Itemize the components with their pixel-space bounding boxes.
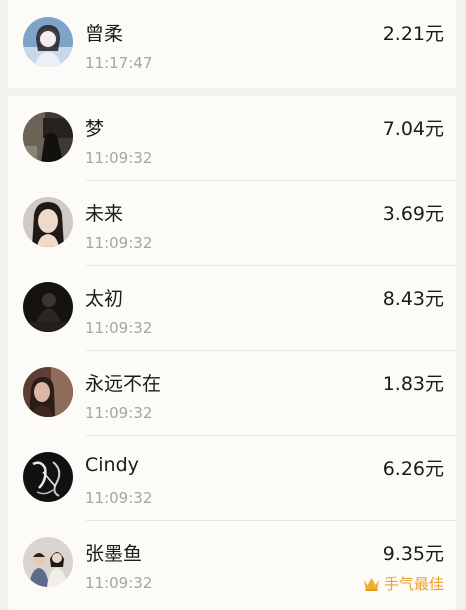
list-item[interactable]: 永远不在 11:09:32 1.83元 [8, 351, 456, 436]
entry-time: 11:17:47 [85, 54, 153, 72]
user-avatar-icon [23, 367, 73, 417]
entry-time: 11:09:32 [85, 574, 153, 592]
avatar[interactable] [23, 367, 73, 417]
avatar[interactable] [23, 112, 73, 162]
entry-name: 太初 [85, 288, 124, 310]
user-avatar-icon [23, 112, 73, 162]
avatar[interactable] [23, 452, 73, 502]
entry-amount: 3.69元 [382, 203, 444, 225]
entry-name: 曾柔 [85, 23, 124, 45]
avatar[interactable] [23, 17, 73, 67]
entry-time: 11:09:32 [85, 149, 153, 167]
top-entry-card: 曾柔 11:17:47 2.21元 [8, 0, 456, 88]
avatar[interactable] [23, 282, 73, 332]
crown-icon [363, 577, 379, 591]
best-luck-badge: 手气最佳 [363, 573, 444, 594]
entry-amount: 8.43元 [382, 288, 444, 310]
best-luck-label: 手气最佳 [383, 575, 444, 593]
list-item[interactable]: Cindy 11:09:32 6.26元 [8, 436, 456, 521]
entry-amount: 6.26元 [382, 458, 444, 480]
entry-name: 永远不在 [85, 373, 162, 395]
entry-time: 11:09:32 [85, 319, 153, 337]
entry-amount: 2.21元 [382, 23, 444, 45]
user-avatar-icon [23, 197, 73, 247]
entry-name: Cindy [85, 454, 139, 476]
list-item[interactable]: 张墨鱼 11:09:32 9.35元 手气最佳 [8, 521, 456, 606]
user-avatar-icon [23, 452, 73, 502]
entry-name: 梦 [85, 118, 105, 140]
entries-list: 梦 11:09:32 7.04元 未来 11:09:32 3.69元 太初 11… [8, 96, 456, 610]
entry-amount: 1.83元 [382, 373, 444, 395]
user-avatar-icon [23, 537, 73, 587]
user-avatar-icon [23, 282, 73, 332]
entry-time: 11:09:32 [85, 404, 153, 422]
entry-name: 张墨鱼 [85, 543, 143, 565]
entry-amount: 9.35元 [382, 543, 444, 565]
avatar[interactable] [23, 197, 73, 247]
list-item[interactable]: 太初 11:09:32 8.43元 [8, 266, 456, 351]
list-item[interactable]: 未来 11:09:32 3.69元 [8, 181, 456, 266]
entry-amount: 7.04元 [382, 118, 444, 140]
entry-time: 11:09:32 [85, 489, 153, 507]
user-avatar-icon [23, 17, 73, 67]
avatar[interactable] [23, 537, 73, 587]
list-item[interactable]: 梦 11:09:32 7.04元 [8, 96, 456, 181]
entry-name: 未来 [85, 203, 124, 225]
entry-time: 11:09:32 [85, 234, 153, 252]
